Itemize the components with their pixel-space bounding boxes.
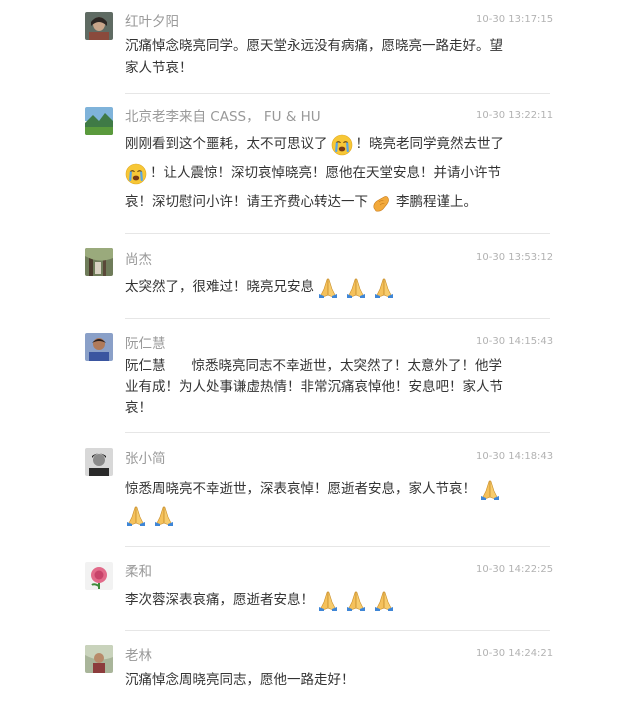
comment-content: 沉痛悼念晓亮同学。愿天堂永远没有病痛，愿晓亮一路走好。望 家人节哀！: [125, 35, 550, 79]
comment-line: 惊悉周晓亮不幸逝世，深表哀悼！愿逝者安息，家人节哀！: [125, 474, 550, 504]
avatar[interactable]: [85, 333, 113, 361]
comment-author[interactable]: 柔和: [125, 563, 152, 581]
comment-text: ！让人震惊！深切哀悼晓亮！愿他在天堂安息！并请小许节: [150, 165, 501, 181]
avatar[interactable]: [85, 107, 113, 135]
outdoor-portrait-avatar-icon: [85, 645, 113, 673]
comment-line: 业有成！为人处事谦虚热情！非常沉痛哀悼他！安息吧！家人节: [125, 379, 503, 395]
praying-hands-icon: [125, 504, 147, 526]
comment-author[interactable]: 尚杰: [125, 251, 152, 269]
comment-time: 10-30 13:22:11: [476, 110, 554, 121]
divider: [125, 93, 550, 94]
avatar[interactable]: [85, 645, 113, 673]
comment-line: 太突然了，很难过！晓亮兄安息: [125, 274, 550, 300]
avatar[interactable]: [85, 248, 113, 276]
comment-line: 家人节哀！: [125, 60, 193, 76]
comment-line: 李次蓉深表哀痛，愿逝者安息！: [125, 587, 550, 613]
comment-line: 哀！: [125, 400, 152, 416]
comment-line: 沉痛悼念周晓亮同志，愿他一路走好！: [125, 672, 355, 688]
divider: [125, 432, 550, 433]
comment-author[interactable]: 红叶夕阳: [125, 13, 179, 31]
comment-author[interactable]: 阮仁慧: [125, 335, 166, 353]
avatar[interactable]: [85, 562, 113, 590]
praying-hands-icon: [317, 276, 339, 298]
clasped-fist-icon: [371, 192, 393, 214]
woman-portrait-avatar-icon: [85, 12, 113, 40]
comment-line: 哀！深切慰问小许！请王齐费心转达一下 李鹏程谨上。: [125, 188, 550, 217]
comment-content: 刚刚看到这个噩耗，太不可思议了 ！晓亮老同学竟然去世了 ！让人震惊！深切哀悼晓亮…: [125, 130, 550, 217]
praying-hands-icon: [373, 589, 395, 611]
comment-time: 10-30 14:22:25: [476, 564, 554, 575]
avatar[interactable]: [85, 12, 113, 40]
person-avatar-icon: [85, 333, 113, 361]
comment-time: 10-30 13:17:15: [476, 14, 554, 25]
crying-face-icon: [125, 163, 147, 185]
comment-text: ！晓亮老同学竟然去世了: [355, 136, 505, 152]
praying-hands-icon: [373, 276, 395, 298]
divider: [125, 318, 550, 319]
comment-line: 阮仁慧 惊悉晓亮同志不幸逝世，太突然了！太意外了！他学: [125, 356, 550, 377]
comment-author[interactable]: 老林: [125, 647, 152, 665]
praying-hands-icon: [345, 589, 367, 611]
divider: [125, 630, 550, 631]
avatar[interactable]: [85, 448, 113, 476]
comment-author[interactable]: 北京老李来自 CASS， FU & HU: [125, 108, 321, 126]
rose-avatar-icon: [85, 562, 113, 590]
landscape-avatar-icon: [85, 107, 113, 135]
comment-time: 10-30 14:18:43: [476, 451, 554, 462]
comment-content: 李次蓉深表哀痛，愿逝者安息！: [125, 587, 550, 613]
comment-line: 刚刚看到这个噩耗，太不可思议了 ！晓亮老同学竟然去世了: [125, 130, 550, 159]
forest-avatar-icon: [85, 248, 113, 276]
praying-hands-icon: [317, 589, 339, 611]
comment-line: [125, 504, 550, 526]
praying-hands-icon: [345, 276, 367, 298]
comment-line: 沉痛悼念晓亮同学。愿天堂永远没有病痛，愿晓亮一路走好。望: [125, 38, 503, 54]
comment-content: 阮仁慧 惊悉晓亮同志不幸逝世，太突然了！太意外了！他学 业有成！为人处事谦虚热情…: [125, 356, 550, 419]
comment-text: 哀！深切慰问小许！请王齐费心转达一下: [125, 194, 368, 210]
comment-time: 10-30 14:15:43: [476, 336, 554, 347]
comment-time: 10-30 14:24:21: [476, 648, 554, 659]
comment-text: 李鹏程谨上。: [396, 194, 477, 210]
black-white-portrait-avatar-icon: [85, 448, 113, 476]
comment-text: 李次蓉深表哀痛，愿逝者安息！: [125, 592, 314, 608]
divider: [125, 546, 550, 547]
comment-time: 10-30 13:53:12: [476, 252, 554, 263]
comment-content: 太突然了，很难过！晓亮兄安息: [125, 274, 550, 300]
divider: [125, 233, 550, 234]
comment-content: 惊悉周晓亮不幸逝世，深表哀悼！愿逝者安息，家人节哀！: [125, 474, 550, 526]
comment-line: ！让人震惊！深切哀悼晓亮！愿他在天堂安息！并请小许节: [125, 159, 550, 188]
comment-author[interactable]: 张小简: [125, 450, 166, 468]
crying-face-icon: [331, 134, 353, 156]
comment-text: 惊悉晓亮同志不幸逝世，太突然了！太意外了！他学: [191, 358, 503, 374]
praying-hands-icon: [479, 478, 501, 500]
comment-content: 沉痛悼念周晓亮同志，愿他一路走好！: [125, 669, 550, 691]
comment-text: 阮仁慧: [125, 358, 166, 374]
praying-hands-icon: [153, 504, 175, 526]
comment-text: 刚刚看到这个噩耗，太不可思议了: [125, 136, 328, 152]
comment-text: 太突然了，很难过！晓亮兄安息: [125, 279, 314, 295]
comment-text: 惊悉周晓亮不幸逝世，深表哀悼！愿逝者安息，家人节哀！: [125, 481, 476, 497]
